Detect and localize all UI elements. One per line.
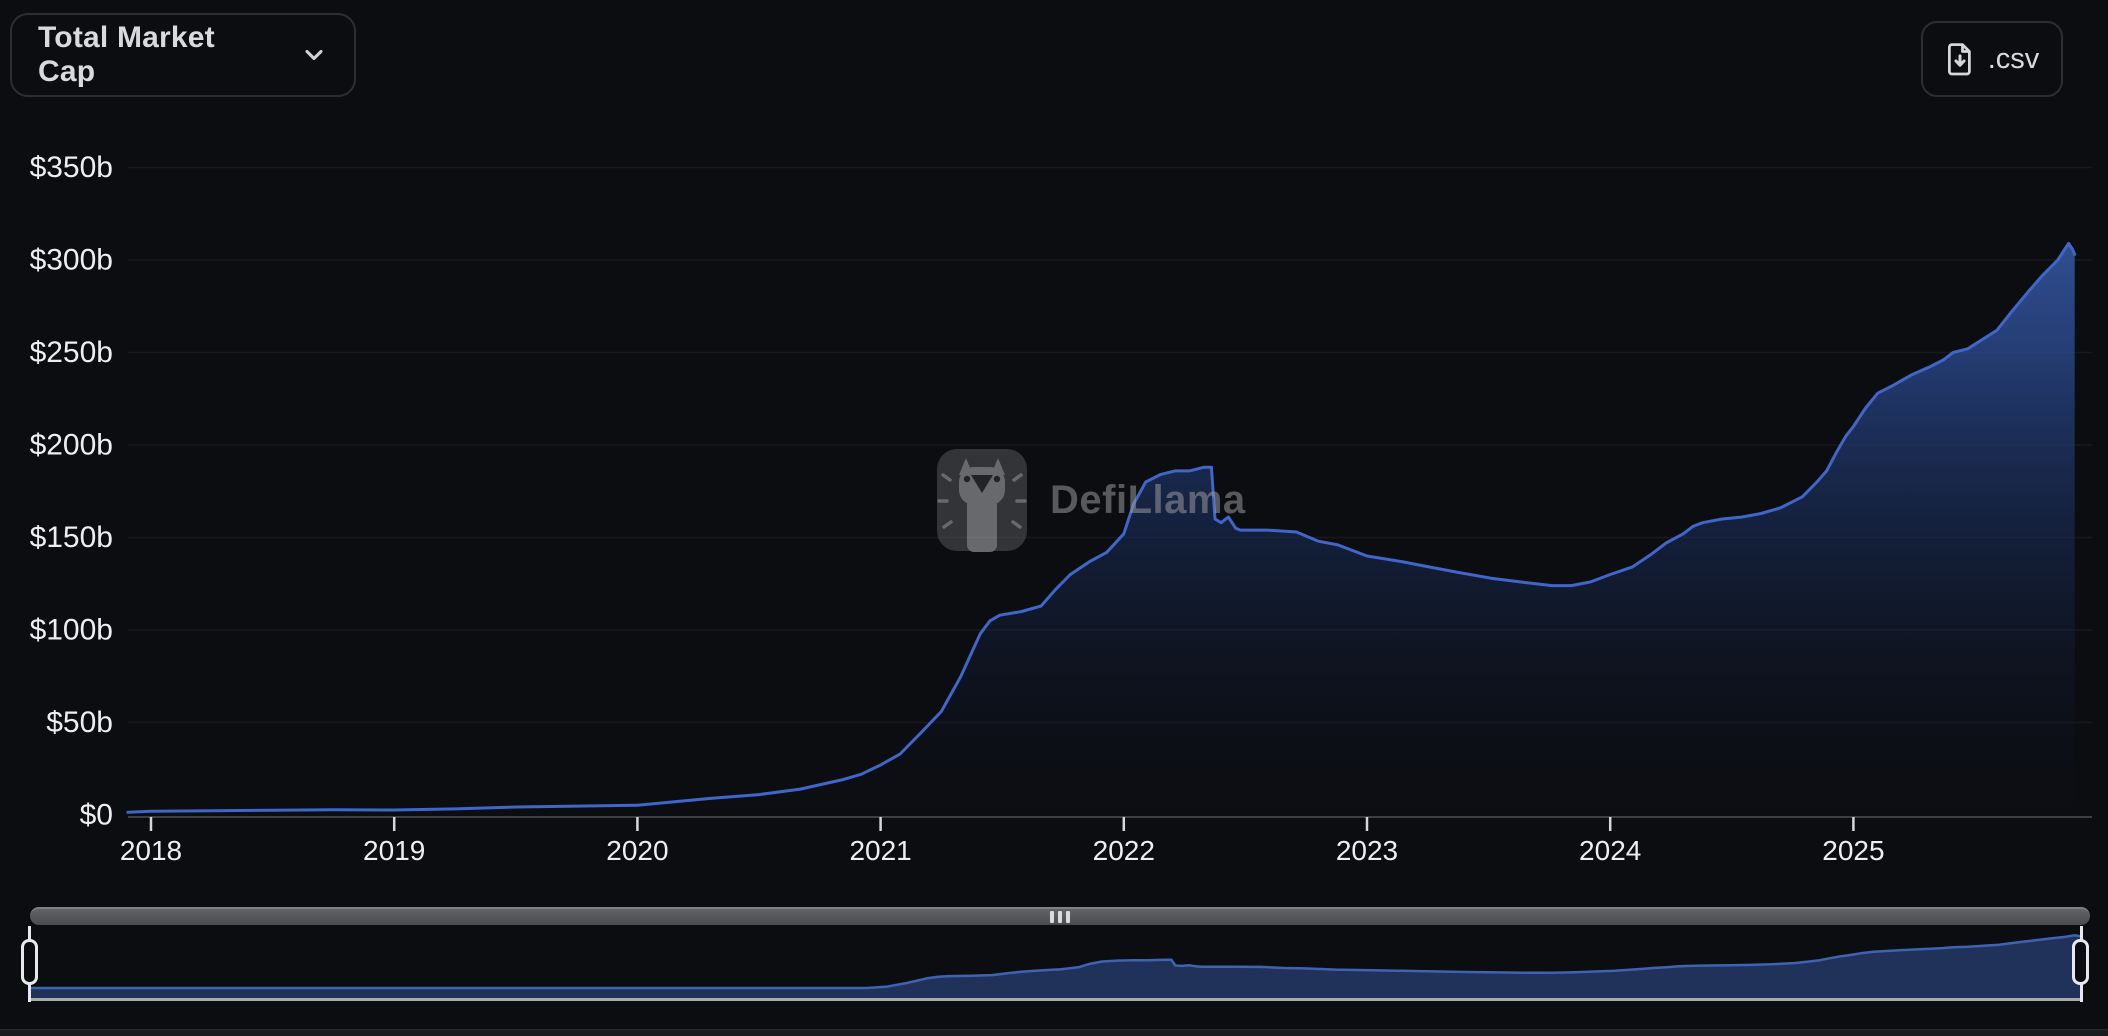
brush-left-handle[interactable]	[21, 939, 38, 985]
scrollbar-grip-icon[interactable]	[1050, 911, 1070, 923]
card-bottom-edge	[0, 1029, 2108, 1036]
brush-right-handle[interactable]	[2072, 939, 2089, 985]
defillama-chart-page: $0 $50b $100b $150b $200b $250b $300b $350b 2018…	[0, 0, 2108, 1036]
range-navigator-chart[interactable]	[0, 0, 2108, 1036]
range-scrollbar[interactable]	[30, 907, 2090, 925]
